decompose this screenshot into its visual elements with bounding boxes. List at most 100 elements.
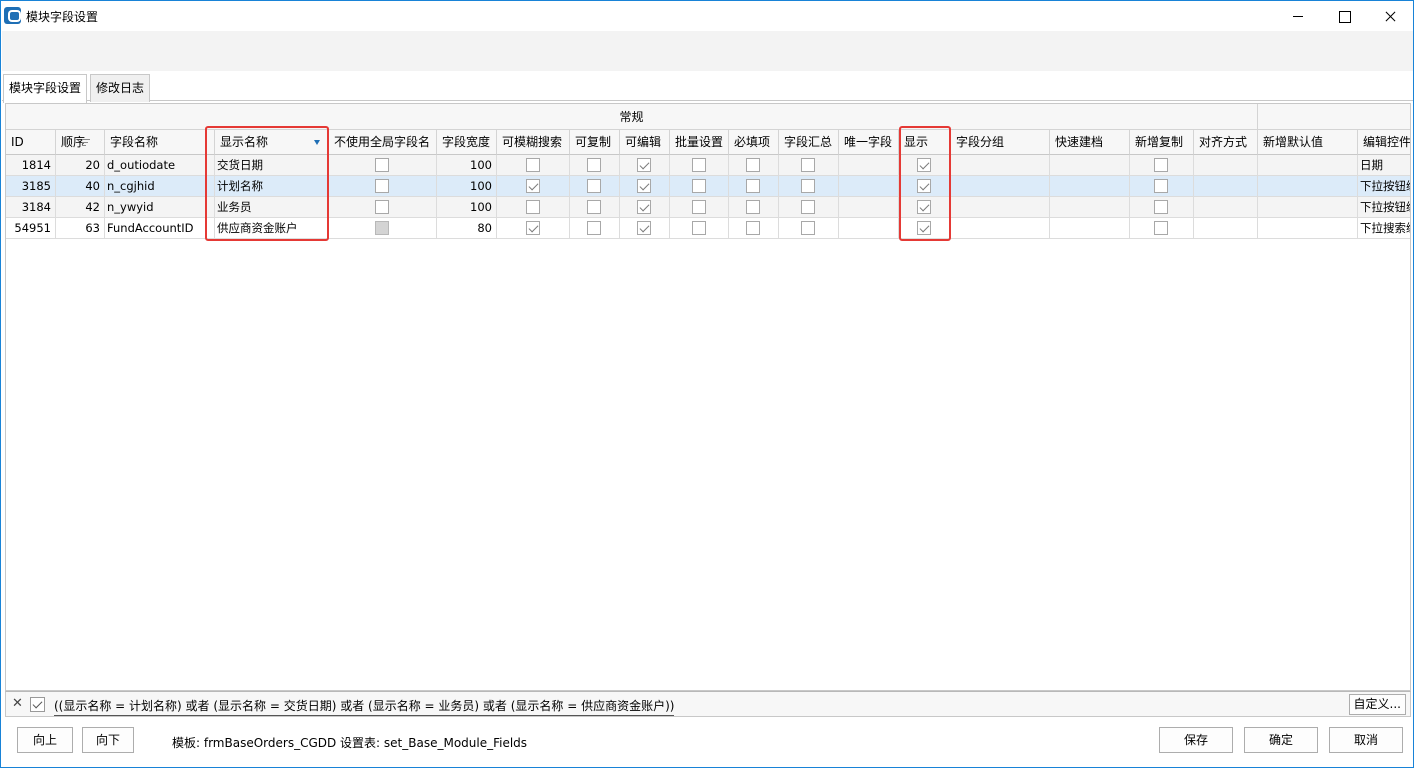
cell-default[interactable] [1258, 176, 1358, 197]
no-global-checkbox[interactable] [375, 221, 389, 235]
col-header-order[interactable]: 顺序 [56, 130, 105, 155]
cell-group[interactable] [951, 155, 1050, 176]
cell-width[interactable]: 100 [437, 155, 497, 176]
cell-group[interactable] [951, 197, 1050, 218]
cell-order[interactable]: 20 [56, 155, 105, 176]
cell-order[interactable]: 40 [56, 176, 105, 197]
cell-field-name[interactable]: FundAccountID [105, 218, 215, 239]
cell-default[interactable] [1258, 218, 1358, 239]
col-header-width[interactable]: 字段宽度 [437, 130, 497, 155]
tab-change-log[interactable]: 修改日志 [90, 74, 151, 102]
cell-display-name[interactable]: 业务员 [215, 197, 329, 218]
cell-unique[interactable] [839, 197, 899, 218]
save-button[interactable]: 保存 [1159, 727, 1233, 753]
col-header-required[interactable]: 必填项 [729, 130, 779, 155]
col-header-copy[interactable]: 可复制 [570, 130, 620, 155]
table-row[interactable]: 1814 20 d_outiodate 交货日期 100 日期 [6, 155, 1410, 176]
editable-checkbox[interactable] [637, 221, 651, 235]
filter-expression[interactable]: ((显示名称 = 计划名称) 或者 (显示名称 = 交货日期) 或者 (显示名称… [54, 697, 675, 716]
editable-checkbox[interactable] [637, 200, 651, 214]
cell-id[interactable]: 1814 [6, 155, 56, 176]
fuzzy-checkbox[interactable] [526, 200, 540, 214]
cell-field-name[interactable]: d_outiodate [105, 155, 215, 176]
copy-checkbox[interactable] [587, 200, 601, 214]
cell-quick[interactable] [1050, 176, 1130, 197]
editable-checkbox[interactable] [637, 158, 651, 172]
cell-unique[interactable] [839, 218, 899, 239]
cell-display-name[interactable]: 供应商资金账户 [215, 218, 329, 239]
no-global-checkbox[interactable] [375, 158, 389, 172]
ok-button[interactable]: 确定 [1244, 727, 1318, 753]
table-row[interactable]: 5495163FundAccountID供应商资金账户 80 下拉搜索编辑 [6, 218, 1410, 239]
required-checkbox[interactable] [746, 221, 760, 235]
col-header-add-copy[interactable]: 新增复制 [1130, 130, 1194, 155]
copy-checkbox[interactable] [587, 179, 601, 193]
cell-group[interactable] [951, 218, 1050, 239]
add-copy-checkbox[interactable] [1154, 221, 1168, 235]
col-header-display-name[interactable]: 显示名称 [215, 130, 329, 155]
cancel-button[interactable]: 取消 [1329, 727, 1403, 753]
cell-width[interactable]: 80 [437, 218, 497, 239]
cell-quick[interactable] [1050, 218, 1130, 239]
col-header-default[interactable]: 新增默认值 [1258, 130, 1358, 155]
batch-checkbox[interactable] [692, 158, 706, 172]
sort-icon[interactable] [82, 139, 90, 146]
required-checkbox[interactable] [746, 179, 760, 193]
summary-checkbox[interactable] [801, 221, 815, 235]
col-header-batch[interactable]: 批量设置 [670, 130, 729, 155]
cell-id[interactable]: 54951 [6, 218, 56, 239]
show-checkbox[interactable] [917, 179, 931, 193]
cell-id[interactable]: 3184 [6, 197, 56, 218]
cell-align[interactable] [1194, 197, 1258, 218]
add-copy-checkbox[interactable] [1154, 158, 1168, 172]
cell-field-name[interactable]: n_cgjhid [105, 176, 215, 197]
col-header-field-name[interactable]: 字段名称 [105, 130, 215, 155]
required-checkbox[interactable] [746, 158, 760, 172]
cell-unique[interactable] [839, 155, 899, 176]
move-down-button[interactable]: 向下 [82, 727, 134, 753]
tab-field-settings[interactable]: 模块字段设置 [3, 74, 88, 103]
col-header-unique[interactable]: 唯一字段 [839, 130, 899, 155]
col-header-show[interactable]: 显示 [899, 130, 951, 155]
col-header-no-global[interactable]: 不使用全局字段名 [329, 130, 437, 155]
cell-control[interactable]: 下拉按钮编辑 [1358, 176, 1410, 197]
close-icon[interactable] [1367, 1, 1413, 31]
fuzzy-checkbox[interactable] [526, 158, 540, 172]
copy-checkbox[interactable] [587, 221, 601, 235]
table-row[interactable]: 318540n_cgjhid计划名称 100 下拉按钮编辑 [6, 176, 1410, 197]
cell-control[interactable]: 日期 [1358, 155, 1410, 176]
clear-filter-icon[interactable]: ✕ [12, 696, 23, 711]
cell-field-name[interactable]: n_ywyid [105, 197, 215, 218]
cell-width[interactable]: 100 [437, 197, 497, 218]
filter-icon[interactable] [314, 140, 320, 145]
cell-order[interactable]: 42 [56, 197, 105, 218]
cell-default[interactable] [1258, 197, 1358, 218]
cell-id[interactable]: 3185 [6, 176, 56, 197]
add-copy-checkbox[interactable] [1154, 179, 1168, 193]
no-global-checkbox[interactable] [375, 179, 389, 193]
batch-checkbox[interactable] [692, 179, 706, 193]
fields-grid[interactable]: 常规 ID 顺序 字段名称 显示名称 不使用全局字段名 字段宽度 可模糊搜索 可复制 可编辑 批量… [5, 103, 1411, 691]
cell-quick[interactable] [1050, 155, 1130, 176]
col-header-align[interactable]: 对齐方式 [1194, 130, 1258, 155]
fuzzy-checkbox[interactable] [526, 179, 540, 193]
editable-checkbox[interactable] [637, 179, 651, 193]
cell-align[interactable] [1194, 176, 1258, 197]
col-header-summary[interactable]: 字段汇总 [779, 130, 839, 155]
show-checkbox[interactable] [917, 158, 931, 172]
cell-control[interactable]: 下拉按钮编辑 [1358, 197, 1410, 218]
table-row[interactable]: 318442n_ywyid业务员 100 下拉按钮编辑 [6, 197, 1410, 218]
cell-order[interactable]: 63 [56, 218, 105, 239]
show-checkbox[interactable] [917, 200, 931, 214]
cell-default[interactable] [1258, 155, 1358, 176]
col-header-id[interactable]: ID [6, 130, 56, 155]
cell-unique[interactable] [839, 176, 899, 197]
minimize-icon[interactable] [1275, 1, 1321, 31]
summary-checkbox[interactable] [801, 179, 815, 193]
col-header-editable[interactable]: 可编辑 [620, 130, 670, 155]
cell-display-name[interactable]: 交货日期 [215, 155, 329, 176]
add-copy-checkbox[interactable] [1154, 200, 1168, 214]
col-header-group[interactable]: 字段分组 [951, 130, 1050, 155]
summary-checkbox[interactable] [801, 200, 815, 214]
col-header-control[interactable]: 编辑控件 [1358, 130, 1410, 155]
